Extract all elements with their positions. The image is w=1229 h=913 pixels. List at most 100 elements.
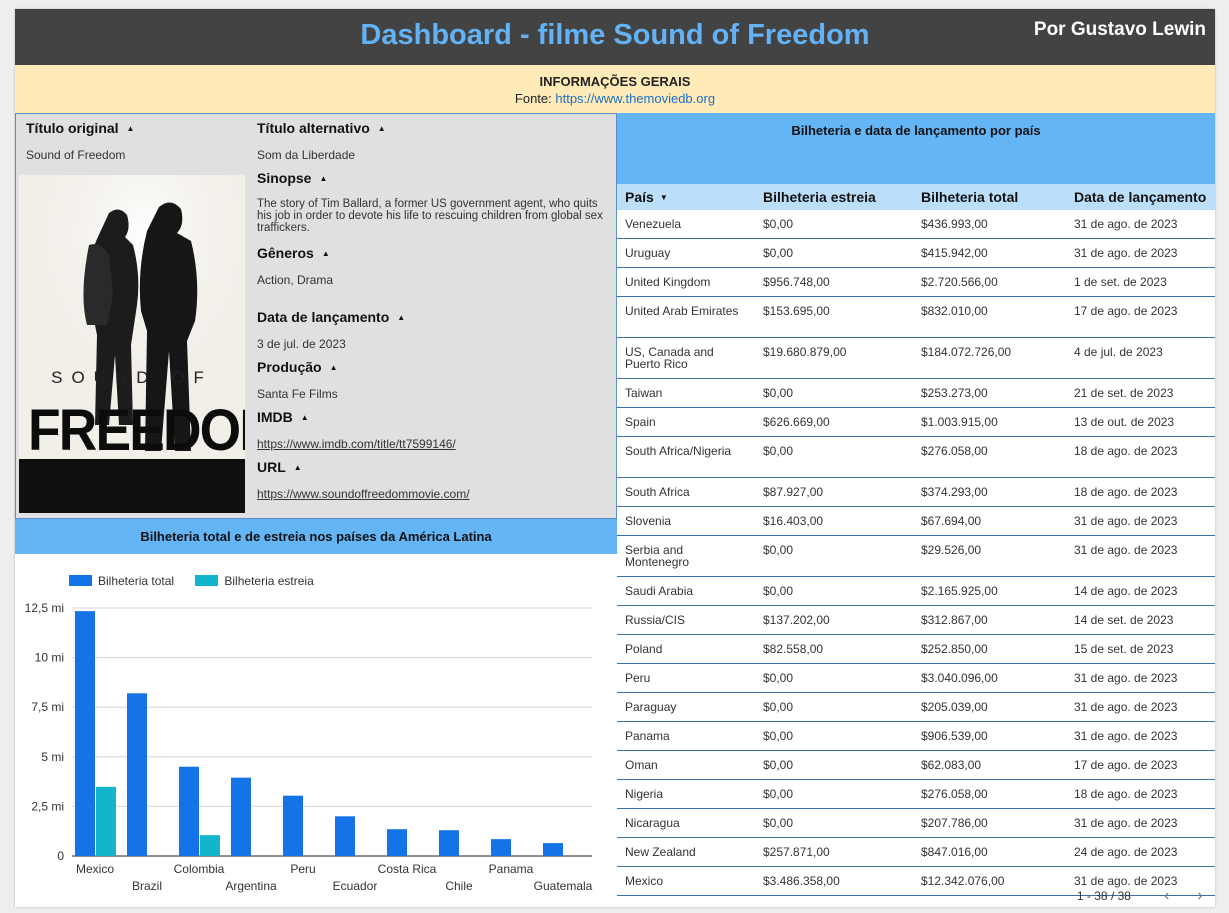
table-row[interactable]: Panama $0,00 $906.539,00 31 de ago. de 2023 [617, 722, 1215, 751]
genres-value: Action, Drama [257, 273, 334, 287]
column-header-total[interactable]: Bilheteria total [921, 189, 1018, 205]
sort-up-icon: ▲ [321, 249, 330, 258]
cell-release: 31 de ago. de 2023 [1074, 246, 1178, 260]
cell-release: 18 de ago. de 2023 [1074, 787, 1178, 801]
pagination: 1 - 38 / 38 ‹ › [1077, 887, 1215, 905]
bar-total[interactable] [179, 766, 199, 856]
cell-total: $436.993,00 [921, 217, 988, 231]
info-banner: INFORMAÇÕES GERAIS Fonte: https://www.th… [15, 65, 1215, 113]
bar-total[interactable] [335, 816, 355, 856]
table-row[interactable]: Poland $82.558,00 $252.850,00 15 de set. de… [617, 635, 1215, 664]
release-header[interactable]: Data de lançamento ▲ [257, 309, 405, 325]
alt-title-header[interactable]: Título alternativo ▲ [257, 120, 386, 136]
imdb-label: IMDB [257, 409, 293, 425]
cell-total: $832.010,00 [921, 304, 988, 318]
cell-opening: $257.871,00 [763, 845, 830, 859]
bar-total[interactable] [231, 777, 251, 856]
cell-total: $276.058,00 [921, 787, 988, 801]
table-row[interactable]: South Africa/Nigeria $0,00 $276.058,00 18 d… [617, 437, 1215, 478]
url-header[interactable]: URL ▲ [257, 459, 302, 475]
table-row[interactable]: Taiwan $0,00 $253.273,00 21 de set. de 2023 [617, 379, 1215, 408]
table-row[interactable]: Uruguay $0,00 $415.942,00 31 de ago. de 202… [617, 239, 1215, 268]
column-header-opening[interactable]: Bilheteria estreia [763, 189, 876, 205]
x-tick-label: Argentina [225, 879, 277, 893]
cell-country: Spain [625, 415, 656, 429]
x-tick-label: Colombia [174, 862, 225, 876]
cell-opening: $0,00 [763, 758, 794, 772]
source-link[interactable]: https://www.themoviedb.org [555, 91, 715, 106]
genres-header[interactable]: Gêneros ▲ [257, 245, 330, 261]
table-row[interactable]: Saudi Arabia $0,00 $2.165.925,00 14 de ago.… [617, 577, 1215, 606]
y-tick-label: 2,5 mi [31, 799, 64, 813]
bar-estreia[interactable] [96, 786, 116, 856]
bar-total[interactable] [387, 829, 407, 856]
cell-country: Panama [625, 729, 670, 743]
y-tick-label: 10 mi [35, 651, 64, 665]
synopsis-header[interactable]: Sinopse ▲ [257, 170, 327, 186]
url-value: https://www.soundoffreedommovie.com/ [257, 487, 470, 501]
cell-opening: $0,00 [763, 787, 794, 801]
bar-total[interactable] [439, 830, 459, 856]
cell-release: 14 de ago. de 2023 [1074, 584, 1178, 598]
cell-opening: $626.669,00 [763, 415, 830, 429]
release-value: 3 de jul. de 2023 [257, 337, 346, 351]
imdb-header[interactable]: IMDB ▲ [257, 409, 309, 425]
imdb-link[interactable]: https://www.imdb.com/title/tt7599146/ [257, 437, 456, 451]
sort-up-icon: ▲ [319, 174, 328, 183]
table-row[interactable]: United Kingdom $956.748,00 $2.720.566,00 1 … [617, 268, 1215, 297]
table-row[interactable]: Slovenia $16.403,00 $67.694,00 31 de ago. d… [617, 507, 1215, 536]
production-header[interactable]: Produção ▲ [257, 359, 338, 375]
bar-total[interactable] [491, 839, 511, 856]
header-bar: Dashboard - filme Sound of Freedom Por G… [15, 9, 1215, 65]
table-row[interactable]: South Africa $87.927,00 $374.293,00 18 de a… [617, 478, 1215, 507]
cell-total: $374.293,00 [921, 485, 988, 499]
synopsis-value: The story of Tim Ballard, a former US go… [257, 198, 603, 234]
sort-up-icon: ▲ [397, 313, 406, 322]
alt-title-label: Título alternativo [257, 120, 370, 136]
table-row[interactable]: US, Canada and Puerto Rico $19.680.879,00… [617, 338, 1215, 379]
cell-country: United Arab Emirates [625, 304, 739, 318]
cell-opening: $0,00 [763, 671, 794, 685]
table-row[interactable]: New Zealand $257.871,00 $847.016,00 24 de a… [617, 838, 1215, 867]
column-header-release[interactable]: Data de lançamento [1074, 189, 1206, 205]
x-tick-label: Ecuador [333, 879, 378, 893]
cell-opening: $0,00 [763, 729, 794, 743]
cell-release: 15 de set. de 2023 [1074, 642, 1174, 656]
sort-up-icon: ▲ [293, 463, 302, 472]
cell-opening: $16.403,00 [763, 514, 824, 528]
x-tick-label: Guatemala [534, 879, 593, 893]
prev-page-icon[interactable]: ‹ [1152, 887, 1182, 905]
bar-total[interactable] [127, 693, 147, 856]
bar-total[interactable] [283, 795, 303, 856]
next-page-icon[interactable]: › [1185, 887, 1215, 905]
author-label: Por Gustavo Lewin [1033, 19, 1206, 40]
cell-country: Nigeria [625, 787, 664, 801]
poster-title: FREEDOM [28, 398, 245, 463]
cell-total: $12.342.076,00 [921, 874, 1005, 888]
table-row[interactable]: Russia/CIS $137.202,00 $312.867,00 14 de se… [617, 606, 1215, 635]
table-row[interactable]: Venezuela $0,00 $436.993,00 31 de ago. de 2… [617, 210, 1215, 239]
cell-release: 31 de ago. de 2023 [1074, 671, 1178, 685]
column-header-country[interactable]: País ▼ [625, 189, 668, 205]
table-row[interactable]: Nigeria $0,00 $276.058,00 18 de ago. de 202… [617, 780, 1215, 809]
table-row[interactable]: United Arab Emirates $153.695,00 $832.010,… [617, 297, 1215, 338]
cell-release: 4 de jul. de 2023 [1074, 345, 1163, 359]
table-row[interactable]: Paraguay $0,00 $205.039,00 31 de ago. de 20… [617, 693, 1215, 722]
table-row[interactable]: Peru $0,00 $3.040.096,00 31 de ago. de 2023 [617, 664, 1215, 693]
table-row[interactable]: Spain $626.669,00 $1.003.915,00 13 de out. … [617, 408, 1215, 437]
sort-down-icon: ▼ [659, 193, 668, 202]
table-row[interactable]: Oman $0,00 $62.083,00 17 de ago. de 2023 [617, 751, 1215, 780]
sort-up-icon: ▲ [300, 413, 309, 422]
table-row[interactable]: Serbia and Montenegro $0,00 $29.526,00 31 d… [617, 536, 1215, 577]
bar-total[interactable] [75, 611, 95, 856]
url-link[interactable]: https://www.soundoffreedommovie.com/ [257, 487, 470, 501]
original-title-label: Título original [26, 120, 119, 136]
x-tick-label: Chile [445, 879, 473, 893]
cell-release: 1 de set. de 2023 [1074, 275, 1167, 289]
bar-estreia[interactable] [200, 835, 220, 856]
cell-country: Nicaragua [625, 816, 680, 830]
table-row[interactable]: Nicaragua $0,00 $207.786,00 31 de ago. de 2… [617, 809, 1215, 838]
bar-total[interactable] [543, 843, 563, 856]
cell-total: $3.040.096,00 [921, 671, 998, 685]
original-title-header[interactable]: Título original ▲ [26, 120, 134, 136]
